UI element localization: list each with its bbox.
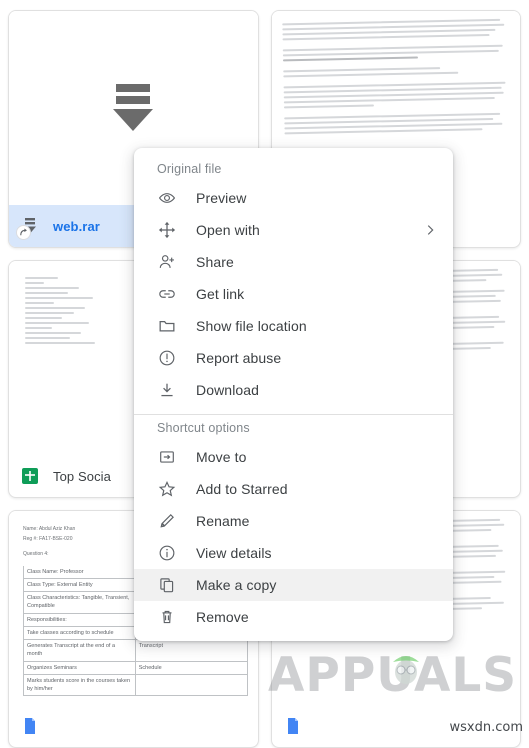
- menu-section-label-shortcut-options: Shortcut options: [157, 421, 250, 435]
- file-name-label: Top Socia: [53, 468, 111, 484]
- menu-item-label: Download: [196, 382, 260, 398]
- table-cell-value: Generates Transcript at the end of a mon…: [24, 640, 136, 661]
- menu-item-get-link[interactable]: Get link: [134, 278, 453, 310]
- copy-icon: [157, 575, 177, 595]
- menu-item-label: Preview: [196, 190, 247, 206]
- table-cell-label: Responsibilities:: [27, 616, 67, 623]
- trash-icon: [157, 607, 177, 627]
- menu-item-remove[interactable]: Remove: [134, 601, 453, 633]
- document-icon: [284, 717, 302, 735]
- download-icon: [157, 380, 177, 400]
- menu-item-report-abuse[interactable]: Report abuse: [134, 342, 453, 374]
- table-cell-label: Class Type:: [27, 581, 56, 588]
- document-icon: [21, 717, 39, 735]
- table-cell-value: Take classes according to schedule: [24, 626, 136, 639]
- rar-archive-icon: [16, 217, 39, 240]
- table-row: Marks students score in the courses take…: [23, 674, 248, 697]
- table-cell-second: Schedule: [138, 664, 162, 671]
- table-cell-value: Organizes Seminars: [24, 661, 136, 674]
- menu-item-label: Add to Starred: [196, 481, 288, 497]
- menu-item-open-with[interactable]: Open with: [134, 214, 453, 246]
- star-outline-icon: [157, 479, 177, 499]
- menu-item-show-file-location[interactable]: Show file location: [134, 310, 453, 342]
- menu-item-view-details[interactable]: View details: [134, 537, 453, 569]
- file-card-footer[interactable]: [9, 705, 258, 747]
- table-cell-value: Marks students score in the courses take…: [24, 674, 136, 696]
- menu-item-label: Share: [196, 254, 234, 270]
- menu-item-download[interactable]: Download: [134, 374, 453, 406]
- table-row: Generates Transcript at the end of a mon…: [23, 640, 248, 662]
- menu-item-label: Show file location: [196, 318, 307, 334]
- context-menu[interactable]: Original file Preview Open with Share Ge…: [134, 148, 453, 641]
- folder-icon: [157, 316, 177, 336]
- menu-item-label: Remove: [196, 609, 249, 625]
- info-circle-icon: [157, 543, 177, 563]
- menu-item-label: Open with: [196, 222, 260, 238]
- eye-icon: [157, 188, 177, 208]
- exclamation-circle-icon: [157, 348, 177, 368]
- menu-item-label: View details: [196, 545, 272, 561]
- menu-item-add-to-starred[interactable]: Add to Starred: [134, 473, 453, 505]
- shortcut-badge-icon: [16, 225, 31, 240]
- person-add-icon: [157, 252, 177, 272]
- link-icon: [157, 284, 177, 304]
- move-to-folder-icon: [157, 447, 177, 467]
- menu-item-make-a-copy[interactable]: Make a copy: [134, 569, 453, 601]
- table-cell-label: Class Name:: [27, 568, 59, 575]
- pencil-icon: [157, 511, 177, 531]
- table-cell-value: Professor: [60, 568, 84, 575]
- menu-item-preview[interactable]: Preview: [134, 182, 453, 214]
- table-cell-label: Class Characteristics:: [27, 595, 81, 601]
- chevron-right-icon[interactable]: [423, 223, 437, 237]
- google-sheets-icon: [21, 467, 39, 485]
- table-cell-second: Transcript: [138, 643, 163, 649]
- menu-item-move-to[interactable]: Move to: [134, 441, 453, 473]
- menu-item-label: Make a copy: [196, 577, 277, 593]
- menu-item-share[interactable]: Share: [134, 246, 453, 278]
- table-cell-second: [136, 675, 247, 696]
- menu-item-label: Rename: [196, 513, 250, 529]
- source-url-watermark: wsxdn.com: [449, 720, 524, 735]
- table-row: Organizes Seminars Schedule: [23, 661, 248, 675]
- menu-section-label-original-file: Original file: [157, 162, 222, 176]
- menu-item-rename[interactable]: Rename: [134, 505, 453, 537]
- table-cell-value: External Entity: [57, 581, 93, 588]
- menu-item-label: Move to: [196, 449, 247, 465]
- rar-archive-icon: [113, 84, 154, 131]
- file-name-label: web.rar: [53, 218, 100, 234]
- menu-item-label: Report abuse: [196, 350, 282, 366]
- open-with-icon: [157, 220, 177, 240]
- menu-item-label: Get link: [196, 286, 245, 302]
